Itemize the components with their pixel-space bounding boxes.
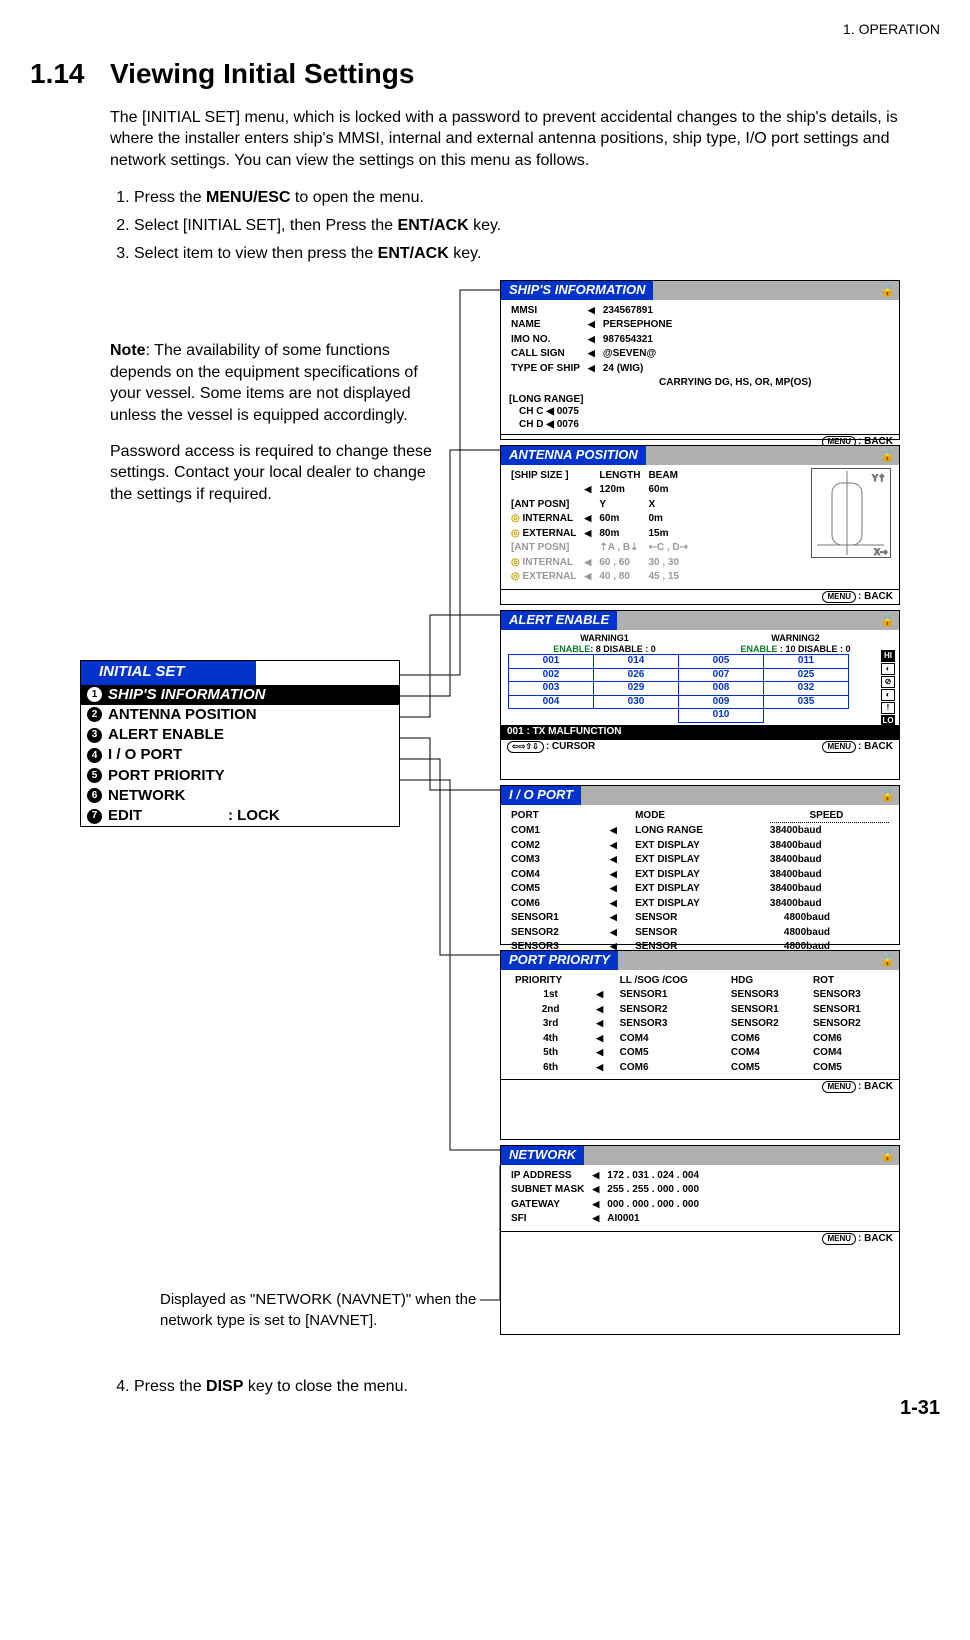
section-heading: 1.14Viewing Initial Settings [30, 55, 940, 93]
menu-item-alert-enable[interactable]: 3 ALERT ENABLE [81, 725, 399, 745]
bullet-icon: 2 [87, 707, 102, 722]
lock-icon: 🔒 [880, 448, 895, 463]
intro-paragraph: The [INITIAL SET] menu, which is locked … [110, 107, 940, 172]
port-priority-panel: PORT PRIORITY🔒 PRIORITYLL /SOG /COGHDGRO… [500, 950, 900, 1140]
steps-list: Press the MENU/ESC to open the menu. Sel… [110, 187, 940, 264]
initial-set-title: INITIAL SET [81, 661, 256, 684]
menu-item-edit[interactable]: 7 EDIT : LOCK [81, 806, 399, 826]
page-number: 1-31 [900, 1395, 940, 1422]
steps-list-cont: Press the DISP key to close the menu. [110, 1376, 940, 1398]
network-note: Displayed as "NETWORK (NAVNET)" when the… [160, 1290, 480, 1331]
menu-item-antenna-position[interactable]: 2 ANTENNA POSITION [81, 705, 399, 725]
menu-item-port-priority[interactable]: 5 PORT PRIORITY [81, 766, 399, 786]
lock-icon: 🔒 [880, 953, 895, 968]
chapter-header: 1. OPERATION [30, 20, 940, 39]
diagram-area: Note: The availability of some functions… [30, 280, 940, 1360]
lock-icon: 🔒 [880, 1148, 895, 1163]
step-3: Select item to view then press the ENT/A… [134, 243, 940, 265]
antenna-diagram-icon: Y⇡ X⇢ [811, 468, 891, 558]
network-panel: NETWORK🔒 IP ADDRESS◀172 . 031 . 024 . 00… [500, 1145, 900, 1335]
bullet-icon: 1 [87, 687, 102, 702]
step-1: Press the MENU/ESC to open the menu. [134, 187, 940, 209]
svg-text:X⇢: X⇢ [874, 547, 888, 557]
lock-icon: 🔒 [880, 788, 895, 803]
ships-information-panel: SHIP'S INFORMATION🔒 MMSI◀234567891 NAME◀… [500, 280, 900, 440]
antenna-position-panel: ANTENNA POSITION🔒 Y⇡ X⇢ [SHIP SIZE ]LENG… [500, 445, 900, 605]
lock-icon: 🔒 [880, 613, 895, 628]
initial-set-menu: INITIAL SET 1 SHIP'S INFORMATION 2 ANTEN… [80, 660, 400, 827]
step-4: Press the DISP key to close the menu. [134, 1376, 940, 1398]
menu-item-ships-information[interactable]: 1 SHIP'S INFORMATION [81, 685, 399, 705]
alert-enable-panel: ALERT ENABLE🔒 HI◐⊘◐! LO WARNING1WARNING2… [500, 610, 900, 780]
bullet-icon: 6 [87, 788, 102, 803]
bullet-icon: 3 [87, 728, 102, 743]
section-number: 1.14 [30, 55, 110, 93]
svg-text:Y⇡: Y⇡ [872, 473, 886, 483]
menu-item-io-port[interactable]: 4 I / O PORT [81, 745, 399, 765]
bullet-icon: 4 [87, 748, 102, 763]
ships-info-table: MMSI◀234567891 NAME◀PERSEPHONE IMO NO.◀9… [509, 303, 680, 378]
step-2: Select [INITIAL SET], then Press the ENT… [134, 215, 940, 237]
menu-item-network[interactable]: 6 NETWORK [81, 786, 399, 806]
io-port-panel: I / O PORT🔒 PORTMODESPEED COM1◀LONG RANG… [500, 785, 900, 945]
hi-lo-scale: HI◐⊘◐! LO [881, 650, 895, 728]
section-title: Viewing Initial Settings [110, 58, 414, 89]
lock-icon: 🔒 [880, 283, 895, 298]
bullet-icon: 5 [87, 768, 102, 783]
bullet-icon: 7 [87, 809, 102, 824]
note-box: Note: The availability of some functions… [110, 340, 440, 505]
